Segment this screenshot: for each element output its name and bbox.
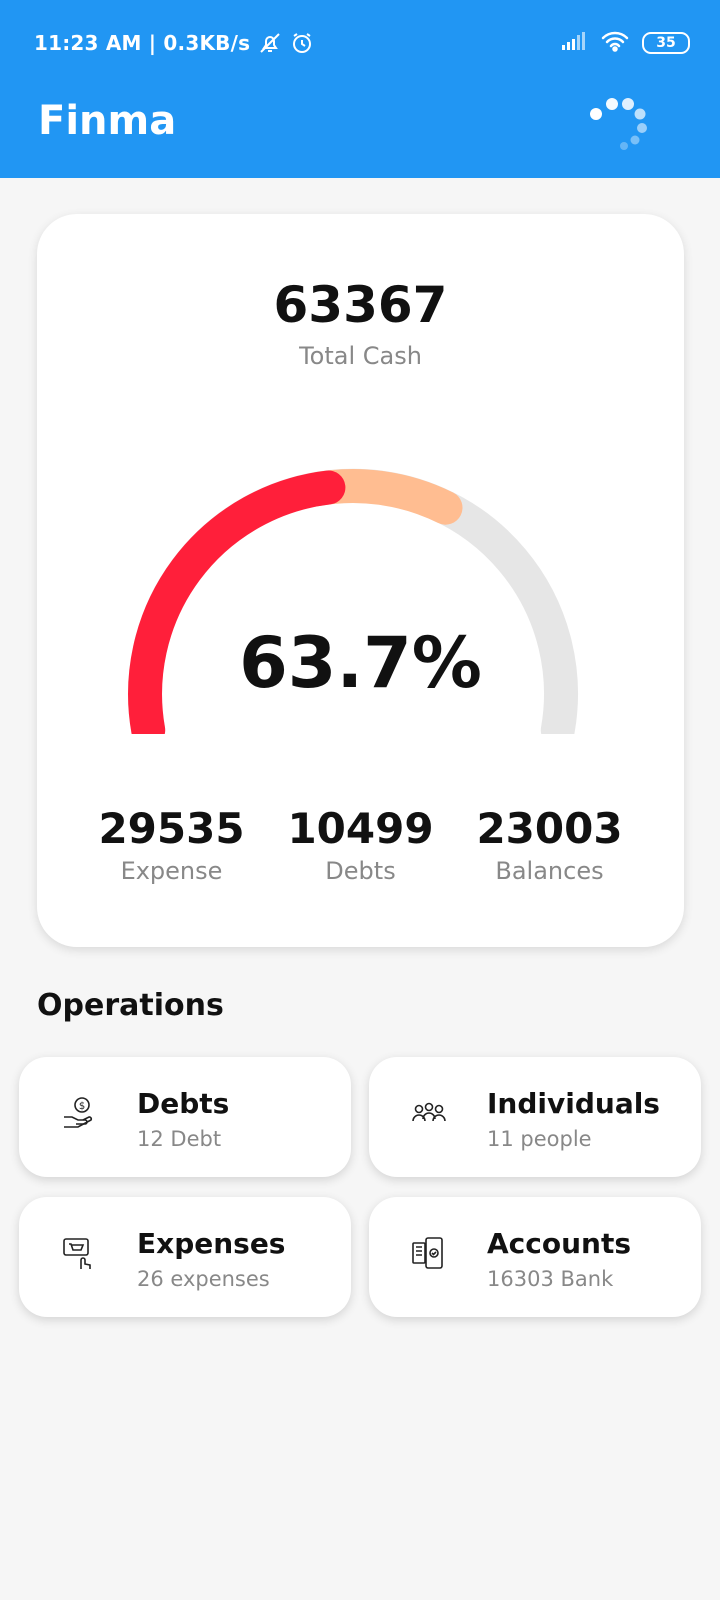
operation-subtitle: 16303 Bank [487,1267,614,1291]
operation-card-debts[interactable]: $ Debts 12 Debt [19,1057,351,1177]
app-title: Finma [38,98,177,144]
operation-title: Accounts [487,1227,632,1260]
cash-percentage: 63.7% [239,622,482,704]
app-bar: 11:23 AM | 0.3KB/s 35 Finma [0,0,720,178]
svg-text:$: $ [79,1101,85,1112]
signal-icon [560,31,588,55]
operation-title: Individuals [487,1087,660,1120]
people-icon [411,1095,447,1131]
stat-expense: 29535 Expense [77,804,266,885]
summary-stats: 29535 Expense 10499 Debts 23003 Balances [77,804,644,885]
loading-spinner-icon [588,92,658,152]
stat-balances: 23003 Balances [455,804,644,885]
stat-debts: 10499 Debts [266,804,455,885]
stat-value: 10499 [287,804,434,853]
stat-value: 29535 [98,804,245,853]
status-time-speed: 11:23 AM | 0.3KB/s [34,31,251,55]
operation-card-accounts[interactable]: Accounts 16303 Bank [369,1197,701,1317]
operation-card-individuals[interactable]: Individuals 11 people [369,1057,701,1177]
notifications-off-icon [258,31,282,55]
operation-title: Debts [137,1087,230,1120]
operation-title: Expenses [137,1227,286,1260]
operations-title: Operations [37,988,224,1023]
alarm-icon [290,31,314,55]
stat-label: Debts [325,857,396,885]
operation-subtitle: 26 expenses [137,1267,270,1291]
stat-value: 23003 [476,804,623,853]
operation-card-expenses[interactable]: Expenses 26 expenses [19,1197,351,1317]
total-cash-label: Total Cash [299,342,422,370]
wifi-icon [600,30,630,56]
operation-subtitle: 11 people [487,1127,592,1151]
stat-label: Expense [120,857,223,885]
cart-click-icon [61,1235,97,1271]
stat-label: Balances [495,857,604,885]
summary-card: 63367 Total Cash 63.7% 29535 Expense 104… [37,214,684,947]
battery-indicator: 35 [642,32,690,54]
operation-subtitle: 12 Debt [137,1127,222,1151]
status-bar-right: 35 [560,28,690,58]
money-hand-icon: $ [61,1095,97,1131]
total-cash-value: 63367 [273,276,448,334]
phone-accounts-icon [411,1235,447,1271]
status-bar-left: 11:23 AM | 0.3KB/s [34,28,314,58]
